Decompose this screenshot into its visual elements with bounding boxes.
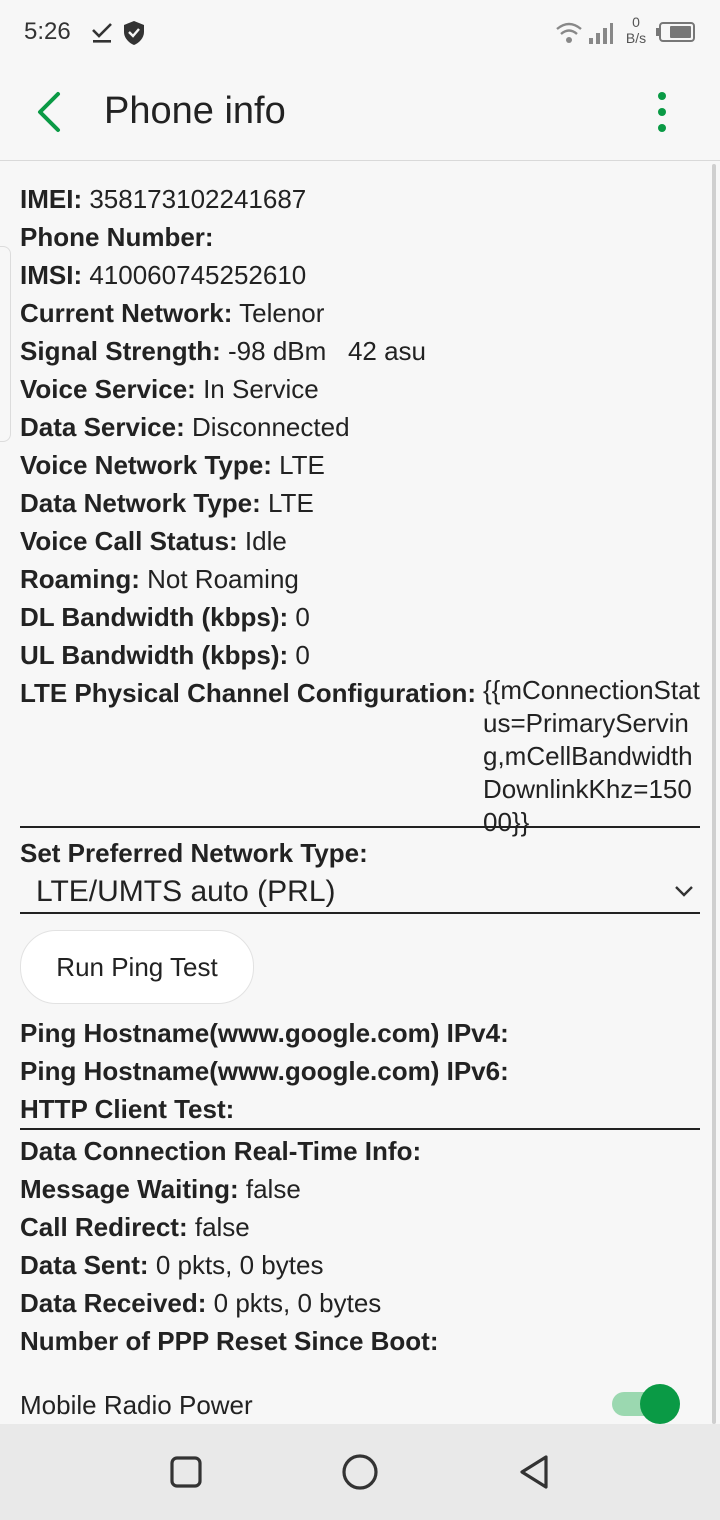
divider bbox=[20, 912, 700, 914]
info-value: 0 pkts, 0 bytes bbox=[213, 1288, 382, 1318]
info-label: Ping Hostname(www.google.com) IPv4: bbox=[20, 1018, 509, 1048]
info-row: Current Network: Telenor bbox=[20, 294, 700, 332]
preferred-network-value: LTE/UMTS auto (PRL) bbox=[36, 875, 336, 908]
info-label: Phone Number: bbox=[20, 222, 214, 252]
run-ping-test-button[interactable]: Run Ping Test bbox=[20, 930, 254, 1004]
info-label: Message Waiting: bbox=[20, 1174, 239, 1204]
mobile-radio-power-label: Mobile Radio Power bbox=[20, 1390, 253, 1420]
info-list-data: Data Connection Real-Time Info: Message … bbox=[20, 1132, 700, 1360]
info-row: Data Sent: 0 pkts, 0 bytes bbox=[20, 1246, 700, 1284]
net-speed: 0 B/s bbox=[622, 14, 650, 46]
back-triangle-icon[interactable] bbox=[514, 1452, 554, 1492]
mobile-radio-power-switch[interactable] bbox=[612, 1382, 680, 1426]
info-row: IMEI: 358173102241687 bbox=[20, 180, 700, 218]
info-label: IMEI: bbox=[20, 184, 83, 214]
scrollbar[interactable] bbox=[712, 164, 716, 1424]
lte-config-value: {{mConnectionStatus=PrimaryServing,mCell… bbox=[483, 675, 700, 837]
info-row: Phone Number: bbox=[20, 218, 700, 256]
preferred-network-label: Set Preferred Network Type: bbox=[20, 834, 700, 872]
info-row: Voice Network Type: LTE bbox=[20, 446, 700, 484]
info-label: HTTP Client Test: bbox=[20, 1094, 235, 1124]
info-row: Data Service: Disconnected bbox=[20, 408, 700, 446]
info-label: Data Network Type: bbox=[20, 488, 261, 518]
info-label: Data Sent: bbox=[20, 1250, 149, 1280]
info-row: Data Received: 0 pkts, 0 bytes bbox=[20, 1284, 700, 1322]
info-label: UL Bandwidth (kbps): bbox=[20, 640, 289, 670]
ping-results-list: Ping Hostname(www.google.com) IPv4: Ping … bbox=[20, 1014, 700, 1128]
net-speed-value: 0 bbox=[632, 14, 640, 30]
info-label: IMSI: bbox=[20, 260, 83, 290]
lte-config-row: LTE Physical Channel Configuration: {{mC… bbox=[20, 674, 700, 837]
back-arrow-icon[interactable] bbox=[30, 90, 70, 134]
info-value: Idle bbox=[244, 526, 287, 556]
info-label: Data Service: bbox=[20, 412, 185, 442]
info-value: 0 pkts, 0 bytes bbox=[155, 1250, 324, 1280]
info-value: In Service bbox=[203, 374, 319, 404]
page-title: Phone info bbox=[104, 90, 286, 132]
info-label: Number of PPP Reset Since Boot: bbox=[20, 1326, 439, 1356]
recents-square-icon[interactable] bbox=[166, 1452, 206, 1492]
info-label: Data Connection Real-Time Info: bbox=[20, 1136, 422, 1166]
info-value: LTE bbox=[279, 450, 325, 480]
info-row: Message Waiting: false bbox=[20, 1170, 700, 1208]
status-bar: 5:26 0 B/s bbox=[0, 0, 720, 64]
home-circle-icon[interactable] bbox=[340, 1452, 380, 1492]
info-label: Voice Network Type: bbox=[20, 450, 272, 480]
info-value: false bbox=[245, 1174, 301, 1204]
info-value: 410060745252610 bbox=[89, 260, 307, 290]
phone-info-content: IMEI: 358173102241687 Phone Number: IMSI:… bbox=[20, 180, 700, 1360]
info-row: Voice Call Status: Idle bbox=[20, 522, 700, 560]
info-label: Ping Hostname(www.google.com) IPv6: bbox=[20, 1056, 509, 1086]
info-row: UL Bandwidth (kbps): 0 bbox=[20, 636, 700, 674]
info-label: Call Redirect: bbox=[20, 1212, 188, 1242]
info-label: Voice Service: bbox=[20, 374, 196, 404]
info-row: DL Bandwidth (kbps): 0 bbox=[20, 598, 700, 636]
lte-config-label: LTE Physical Channel Configuration: bbox=[20, 678, 476, 708]
divider bbox=[20, 1128, 700, 1130]
info-row: IMSI: 410060745252610 bbox=[20, 256, 700, 294]
chevron-down-icon bbox=[675, 886, 693, 897]
info-row: Data Connection Real-Time Info: bbox=[20, 1132, 700, 1170]
info-value: LTE bbox=[268, 488, 314, 518]
info-row: Signal Strength: -98 dBm 42 asu bbox=[20, 332, 700, 370]
info-row: Voice Service: In Service bbox=[20, 370, 700, 408]
info-value: -98 dBm 42 asu bbox=[228, 336, 427, 366]
info-label: Data Received: bbox=[20, 1288, 207, 1318]
info-label: Roaming: bbox=[20, 564, 140, 594]
info-value: false bbox=[194, 1212, 250, 1242]
info-value: 0 bbox=[295, 640, 310, 670]
more-vert-icon[interactable] bbox=[648, 90, 676, 134]
info-row: Ping Hostname(www.google.com) IPv4: bbox=[20, 1014, 700, 1052]
preferred-network-title: Set Preferred Network Type: bbox=[20, 838, 368, 868]
info-row: Call Redirect: false bbox=[20, 1208, 700, 1246]
preferred-network-spinner[interactable]: LTE/UMTS auto (PRL) bbox=[20, 872, 700, 912]
info-row: Data Network Type: LTE bbox=[20, 484, 700, 522]
edge-panel-handle[interactable] bbox=[0, 246, 11, 442]
app-bar: Phone info bbox=[0, 64, 720, 161]
signal-icon bbox=[589, 23, 613, 44]
info-row: Number of PPP Reset Since Boot: bbox=[20, 1322, 700, 1360]
info-value: Telenor bbox=[239, 298, 325, 328]
download-done-icon bbox=[92, 23, 112, 43]
info-label: Voice Call Status: bbox=[20, 526, 238, 556]
switch-knob bbox=[640, 1384, 680, 1424]
net-speed-unit: B/s bbox=[625, 30, 647, 46]
info-label: Signal Strength: bbox=[20, 336, 221, 366]
info-list-radio: IMEI: 358173102241687 Phone Number: IMSI:… bbox=[20, 180, 700, 674]
wifi-icon bbox=[556, 22, 582, 43]
info-row: Ping Hostname(www.google.com) IPv6: bbox=[20, 1052, 700, 1090]
info-label: DL Bandwidth (kbps): bbox=[20, 602, 289, 632]
shield-icon bbox=[124, 21, 144, 45]
status-time: 5:26 bbox=[24, 18, 71, 45]
info-value: Disconnected bbox=[192, 412, 350, 442]
info-label: Current Network: bbox=[20, 298, 233, 328]
info-value: 0 bbox=[295, 602, 310, 632]
info-row: Roaming: Not Roaming bbox=[20, 560, 700, 598]
info-row: HTTP Client Test: bbox=[20, 1090, 700, 1128]
battery-icon bbox=[656, 22, 695, 42]
info-value: 358173102241687 bbox=[89, 184, 307, 214]
mobile-radio-power-row: Mobile Radio Power bbox=[20, 1382, 700, 1426]
info-value: Not Roaming bbox=[147, 564, 299, 594]
navigation-bar bbox=[0, 1424, 720, 1520]
